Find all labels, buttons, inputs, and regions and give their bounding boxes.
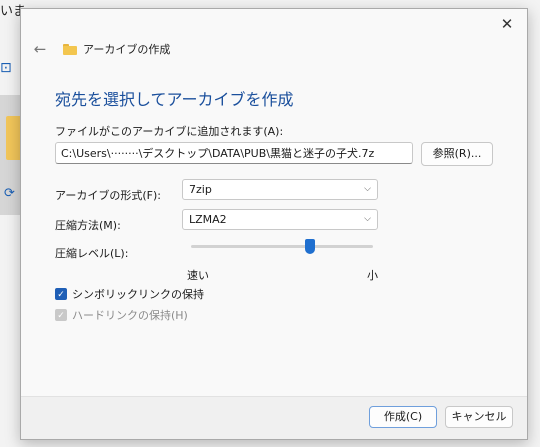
hardlink-option: ✓ ハードリンクの保持(H) xyxy=(55,307,188,323)
create-archive-dialog: ✕ ← アーカイブの作成 宛先を選択してアーカイブを作成 ファイルがこのアーカイ… xyxy=(20,8,528,440)
hardlink-label: ハードリンクの保持(H) xyxy=(72,309,188,322)
close-icon[interactable]: ✕ xyxy=(495,13,519,35)
cancel-button[interactable]: キャンセル xyxy=(445,406,513,428)
background-app-icon: ⊡ xyxy=(0,60,12,76)
archive-format-value: 7zip xyxy=(189,183,212,196)
folder-icon xyxy=(63,43,77,55)
dialog-header: ← アーカイブの作成 xyxy=(29,39,171,59)
archive-path-label: ファイルがこのアーカイブに追加されます(A): xyxy=(55,125,284,138)
slider-track xyxy=(191,245,373,248)
symlink-checkbox[interactable]: ✓ xyxy=(55,288,67,300)
dialog-footer: 作成(C) キャンセル xyxy=(21,396,527,439)
compression-method-label: 圧縮方法(M): xyxy=(55,219,121,232)
page-heading: 宛先を選択してアーカイブを作成 xyxy=(55,90,294,109)
slider-thumb[interactable] xyxy=(305,239,315,254)
compression-method-value: LZMA2 xyxy=(189,213,227,226)
hardlink-checkbox: ✓ xyxy=(55,309,67,321)
chevron-down-icon: ⌵ xyxy=(364,214,371,224)
browse-button[interactable]: 参照(R)... xyxy=(421,142,493,166)
symlink-label: シンボリックリンクの保持 xyxy=(72,288,204,301)
dialog-title: アーカイブの作成 xyxy=(83,43,171,56)
compression-level-slider[interactable] xyxy=(191,239,373,259)
symlink-option[interactable]: ✓ シンボリックリンクの保持 xyxy=(55,286,204,302)
slider-min-label: 速い xyxy=(187,269,209,282)
compression-level-label: 圧縮レベル(L): xyxy=(55,247,129,260)
slider-max-label: 小 xyxy=(367,269,378,282)
chevron-down-icon: ⌵ xyxy=(364,184,371,194)
back-arrow-icon[interactable]: ← xyxy=(29,39,51,59)
background-refresh-icon: ⟳ xyxy=(4,186,15,201)
archive-path-input[interactable]: C:\Users\········\デスクトップ\DATA\PUB\黒猫と迷子の… xyxy=(55,142,413,164)
compression-method-select[interactable]: LZMA2 ⌵ xyxy=(182,209,378,230)
archive-format-select[interactable]: 7zip ⌵ xyxy=(182,179,378,200)
create-button[interactable]: 作成(C) xyxy=(369,406,437,428)
archive-format-label: アーカイブの形式(F): xyxy=(55,189,161,202)
